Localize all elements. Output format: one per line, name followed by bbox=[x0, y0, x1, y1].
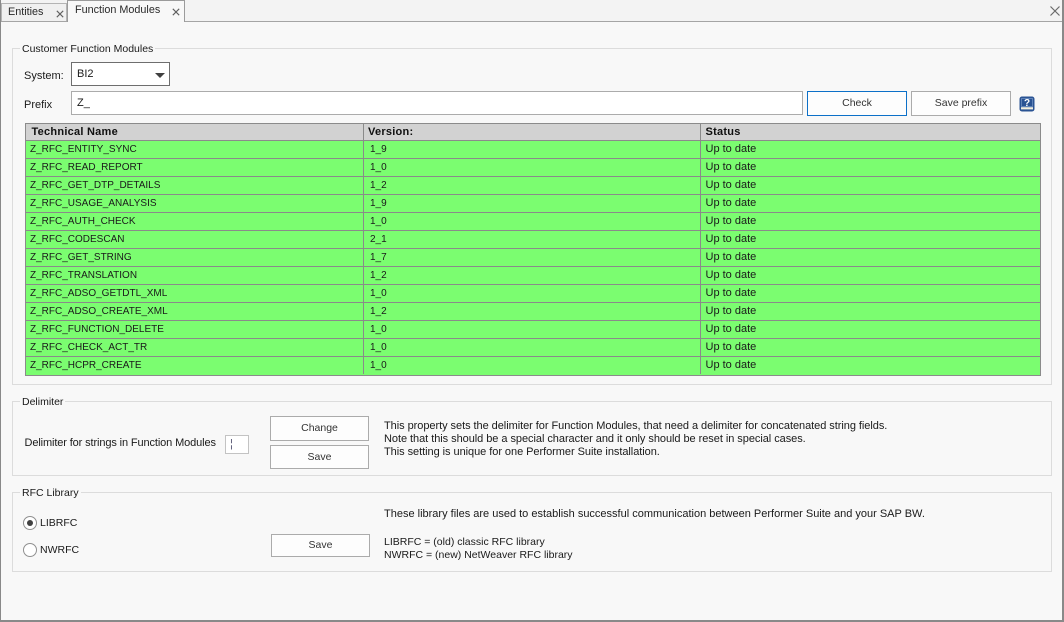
svg-text:?: ? bbox=[1024, 98, 1030, 109]
